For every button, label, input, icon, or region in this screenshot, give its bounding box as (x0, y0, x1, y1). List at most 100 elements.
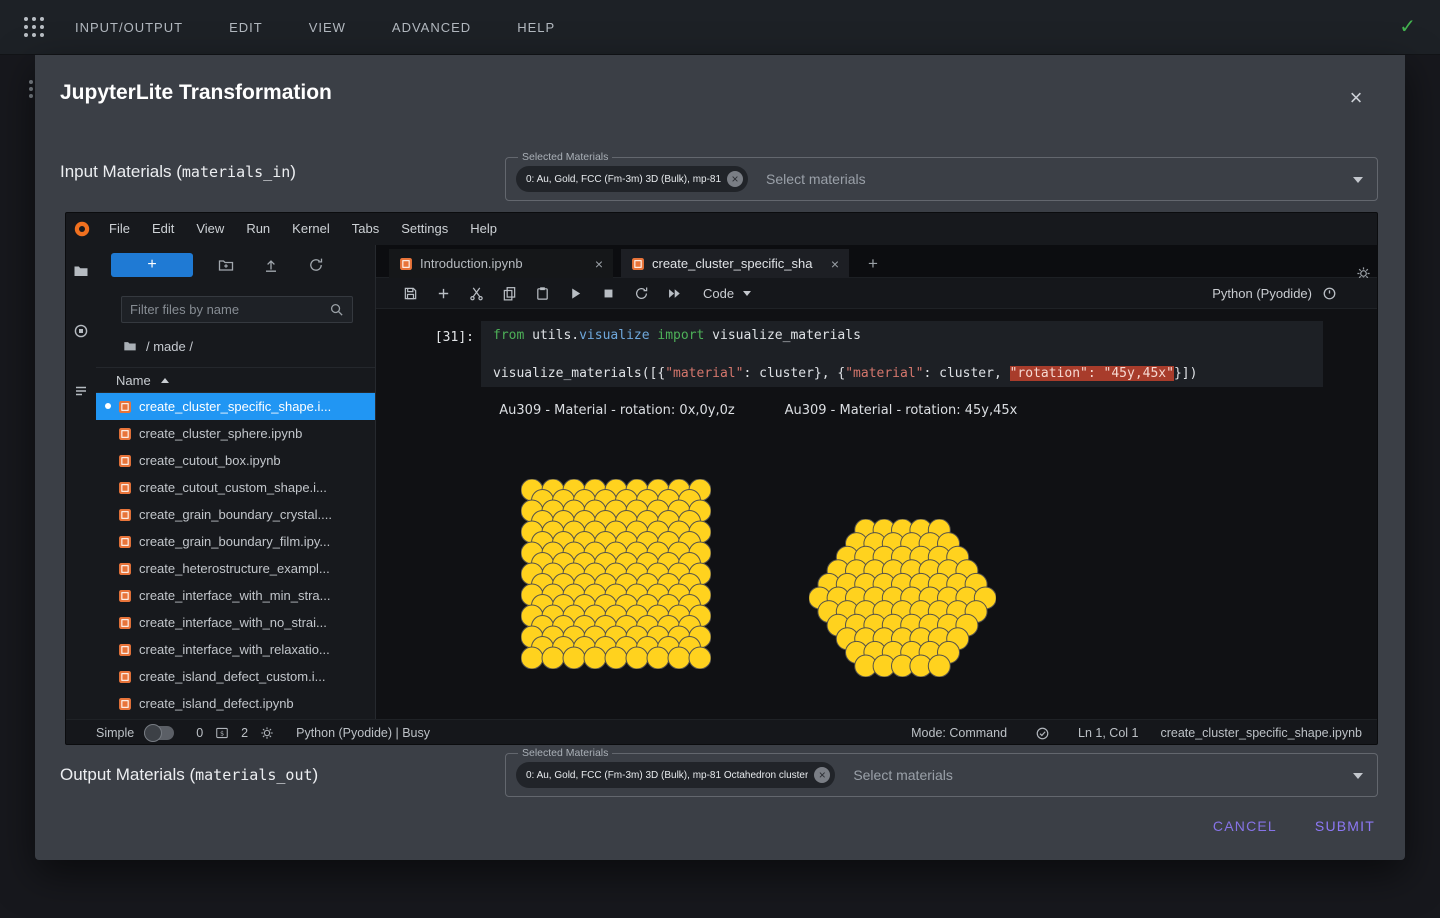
stop-icon[interactable] (592, 278, 625, 309)
notebook-file-icon (118, 454, 132, 468)
file-item[interactable]: create_heterostructure_exampl... (96, 555, 375, 582)
chevron-down-icon[interactable] (1353, 773, 1363, 779)
output-label-suffix: ) (313, 765, 319, 784)
notebook-tab-bar: Introduction.ipynb × create_cluster_spec… (376, 245, 1378, 278)
code-token: visualize_materials (704, 328, 861, 343)
svg-text:$: $ (220, 729, 224, 737)
close-tab-icon[interactable]: × (595, 256, 603, 272)
submit-button[interactable]: SUBMIT (1311, 810, 1379, 842)
code-token: "material" (845, 366, 923, 381)
file-item[interactable]: create_interface_with_relaxatio... (96, 636, 375, 663)
jl-menu-edit[interactable]: Edit (141, 213, 185, 245)
app-menu-advanced[interactable]: ADVANCED (392, 20, 471, 35)
code-line: from utils.visualize import visualize_ma… (493, 326, 1311, 345)
code-editor[interactable]: from utils.visualize import visualize_ma… (481, 321, 1323, 387)
breadcrumb-path: / made / (146, 339, 193, 354)
file-browser-panel: + (96, 245, 376, 719)
file-item[interactable]: create_island_defect.ipynb (96, 690, 375, 717)
app-menu-edit[interactable]: EDIT (229, 20, 263, 35)
file-browser-icon[interactable] (73, 263, 89, 279)
refresh-icon[interactable] (293, 253, 338, 277)
code-token: : cluster, (924, 366, 1010, 381)
terminal-icon[interactable]: $ (215, 726, 229, 740)
code-token: from (493, 328, 524, 343)
save-icon[interactable] (394, 278, 427, 309)
jl-menu-run[interactable]: Run (235, 213, 281, 245)
jl-menu-help[interactable]: Help (459, 213, 508, 245)
kernels-count: 2 (241, 726, 248, 740)
notebook-area: Introduction.ipynb × create_cluster_spec… (376, 245, 1378, 719)
copy-icon[interactable] (493, 278, 526, 309)
cell-type-dropdown[interactable]: Code (703, 286, 751, 301)
app-top-bar: INPUT/OUTPUTEDITVIEWADVANCEDHELP ✓ (0, 0, 1440, 55)
jl-menu-kernel[interactable]: Kernel (281, 213, 341, 245)
chip-remove-icon[interactable]: × (727, 171, 743, 187)
code-line (493, 345, 1311, 364)
jupyter-menubar: FileEditViewRunKernelTabsSettingsHelp (66, 213, 1377, 245)
output-label-text: Output Materials ( (60, 765, 195, 784)
breadcrumb[interactable]: / made / (123, 337, 193, 355)
cursor-position[interactable]: Ln 1, Col 1 (1078, 726, 1138, 740)
insert-cell-icon[interactable] (427, 278, 460, 309)
kernel-status-icon[interactable] (1322, 286, 1337, 301)
input-materials-select[interactable]: Selected Materials 0: Au, Gold, FCC (Fm-… (505, 157, 1378, 201)
file-item[interactable]: create_cluster_specific_shape.i... (96, 393, 375, 420)
file-item[interactable]: create_island_defect_custom.i... (96, 663, 375, 690)
notebook-file-icon (118, 616, 132, 630)
chevron-down-icon[interactable] (1353, 177, 1363, 183)
code-cell: [31]: from utils.visualize import visual… (376, 321, 1378, 391)
cut-icon[interactable] (460, 278, 493, 309)
file-item[interactable]: create_grain_boundary_crystal.... (96, 501, 375, 528)
tab-introduction[interactable]: Introduction.ipynb × (389, 249, 613, 278)
close-tab-icon[interactable]: × (831, 256, 839, 272)
simple-mode-toggle[interactable] (144, 726, 174, 740)
file-name: create_grain_boundary_film.ipy... (139, 534, 330, 549)
table-of-contents-icon[interactable] (73, 383, 89, 399)
app-menu-help[interactable]: HELP (517, 20, 555, 35)
file-item[interactable]: create_cutout_custom_shape.i... (96, 474, 375, 501)
running-kernels-icon[interactable] (73, 323, 89, 339)
execution-count: [31]: (424, 330, 474, 345)
toggle-knob (144, 724, 162, 742)
new-folder-icon[interactable] (203, 253, 248, 277)
kernel-gear-icon[interactable] (260, 726, 274, 740)
file-name: create_island_defect.ipynb (139, 696, 294, 711)
file-item[interactable]: create_cluster_sphere.ipynb (96, 420, 375, 447)
trust-icon[interactable] (1035, 726, 1050, 741)
active-filename: create_cluster_specific_shape.ipynb (1160, 726, 1362, 740)
file-item[interactable]: create_grain_boundary_film.ipy... (96, 528, 375, 555)
code-token: visualize (579, 328, 649, 343)
file-item[interactable]: create_interface_with_min_stra... (96, 582, 375, 609)
jl-menu-file[interactable]: File (98, 213, 141, 245)
simple-mode-label: Simple (96, 726, 134, 740)
run-icon[interactable] (559, 278, 592, 309)
output-materials-select[interactable]: Selected Materials 0: Au, Gold, FCC (Fm-… (505, 753, 1378, 797)
add-tab-icon[interactable]: + (862, 253, 884, 275)
restart-kernel-icon[interactable] (625, 278, 658, 309)
kernel-name[interactable]: Python (Pyodide) (1212, 286, 1312, 301)
file-item[interactable]: create_cutout_box.ipynb (96, 447, 375, 474)
app-menu-input-output[interactable]: INPUT/OUTPUT (75, 20, 183, 35)
app-menu-view[interactable]: VIEW (309, 20, 346, 35)
code-token: utils. (524, 328, 579, 343)
apps-grid-icon[interactable] (24, 17, 44, 37)
kernel-status-text[interactable]: Python (Pyodide) | Busy (296, 726, 430, 740)
jl-menu-view[interactable]: View (185, 213, 235, 245)
run-all-icon[interactable] (658, 278, 691, 309)
chip-text: 0: Au, Gold, FCC (Fm-3m) 3D (Bulk), mp-8… (526, 770, 808, 781)
cancel-button[interactable]: CANCEL (1209, 810, 1281, 842)
chip-remove-icon[interactable]: × (814, 767, 830, 783)
close-icon[interactable]: × (1341, 83, 1371, 113)
file-item[interactable]: create_interface_with_no_strai... (96, 609, 375, 636)
name-column-header: Name (116, 373, 151, 388)
paste-icon[interactable] (526, 278, 559, 309)
terminals-count: 0 (196, 726, 203, 740)
file-list-header[interactable]: Name (96, 367, 375, 393)
filter-files-input[interactable] (122, 302, 329, 317)
new-launcher-button[interactable]: + (111, 253, 193, 277)
upload-icon[interactable] (248, 253, 293, 277)
command-mode-indicator[interactable]: Mode: Command (911, 726, 1007, 740)
tab-create-cluster-specific-shape[interactable]: create_cluster_specific_sha × (621, 249, 849, 278)
jl-menu-settings[interactable]: Settings (390, 213, 459, 245)
jl-menu-tabs[interactable]: Tabs (341, 213, 390, 245)
